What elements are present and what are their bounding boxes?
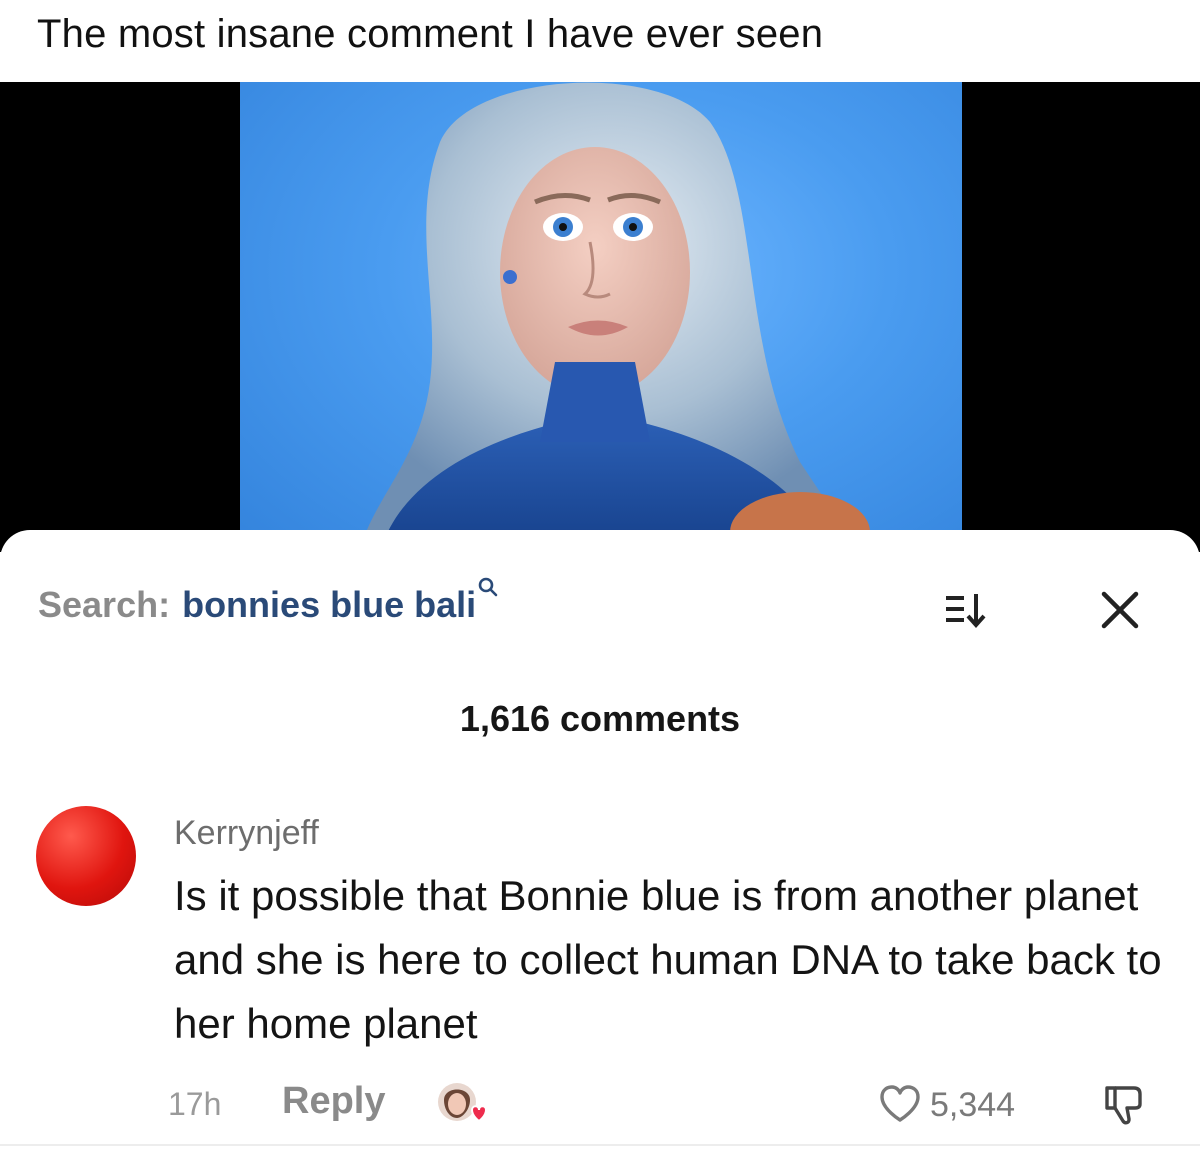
sort-icon[interactable]	[942, 588, 988, 632]
meme-caption: The most insane comment I have ever seen	[37, 12, 824, 56]
search-query[interactable]: bonnies blue bali	[182, 584, 476, 626]
divider	[0, 1144, 1200, 1146]
avatar[interactable]	[36, 806, 136, 906]
comment-text: Is it possible that Bonnie blue is from …	[174, 872, 1162, 1047]
comment-timestamp: 17h	[168, 1086, 222, 1122]
close-icon[interactable]	[1098, 588, 1142, 632]
search-prefix: Search:	[38, 584, 171, 625]
creator-liked-icon	[438, 1083, 488, 1123]
reply-button[interactable]: Reply	[282, 1080, 385, 1123]
comments-sheet: Search: bonnies blue bali 1,616 comments…	[0, 530, 1200, 1162]
comment-username[interactable]: Kerrynjeff	[174, 814, 319, 853]
video-frame[interactable]	[240, 82, 962, 552]
comment-count: 1,616 comments	[459, 698, 741, 739]
search-row[interactable]: Search: bonnies blue bali	[38, 577, 498, 630]
video-player[interactable]	[0, 82, 1200, 552]
like-count: 5,344	[930, 1086, 1016, 1124]
dislike-icon[interactable]	[1100, 1082, 1146, 1128]
heart-icon[interactable]	[878, 1084, 922, 1124]
search-icon[interactable]	[478, 577, 498, 599]
portrait-image	[360, 82, 870, 552]
comment-footer: 17h Reply 5,344	[0, 1080, 1200, 1130]
